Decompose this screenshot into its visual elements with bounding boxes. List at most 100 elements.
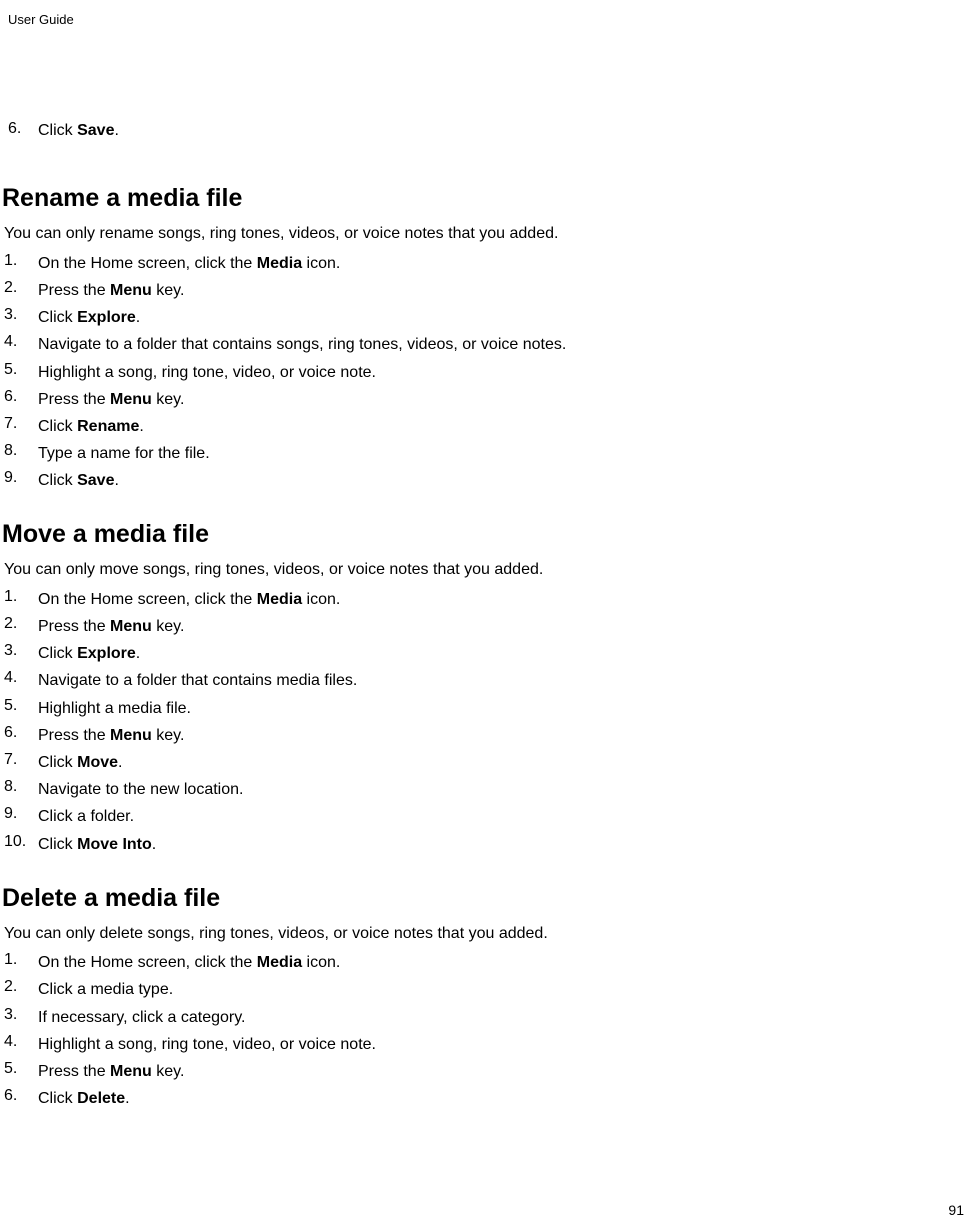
step-number: 2. <box>4 279 38 302</box>
text-bold: Delete <box>77 1090 125 1107</box>
step-number: 8. <box>4 778 38 801</box>
text-part: key. <box>152 727 185 744</box>
step-text: Highlight a song, ring tone, video, or v… <box>38 1033 376 1056</box>
step-number: 1. <box>4 588 38 611</box>
step-item: 2.Press the Menu key. <box>4 279 972 302</box>
step-number: 7. <box>4 751 38 774</box>
text-part: key. <box>152 282 185 299</box>
step-text: Click Save. <box>38 120 119 142</box>
step-number: 4. <box>4 669 38 692</box>
step-text: Press the Menu key. <box>38 388 184 411</box>
text-part: Press the <box>38 1063 110 1080</box>
step-text: Navigate to a folder that contains songs… <box>38 333 566 356</box>
step-number: 3. <box>4 1006 38 1029</box>
step-list: 1.On the Home screen, click the Media ic… <box>0 588 972 856</box>
page-number: 91 <box>948 1202 964 1218</box>
step-item: 1.On the Home screen, click the Media ic… <box>4 252 972 275</box>
text-part: . <box>136 309 140 326</box>
text-part: Navigate to the new location. <box>38 781 243 798</box>
step-item: 7.Click Rename. <box>4 415 972 438</box>
text-part: icon. <box>302 591 340 608</box>
section-intro: You can only delete songs, ring tones, v… <box>0 923 972 945</box>
step-text: If necessary, click a category. <box>38 1006 245 1029</box>
step-number: 3. <box>4 642 38 665</box>
section-heading: Move a media file <box>0 520 972 549</box>
step-number: 10. <box>4 833 38 856</box>
step-item: 7.Click Move. <box>4 751 972 774</box>
step-text: Press the Menu key. <box>38 1060 184 1083</box>
section: Delete a media file You can only delete s… <box>0 884 972 1111</box>
step-item: 5.Press the Menu key. <box>4 1060 972 1083</box>
text-bold: Save <box>77 472 114 489</box>
text-part: Click <box>38 472 77 489</box>
text-part: Navigate to a folder that contains media… <box>38 672 357 689</box>
main-content: 6. Click Save. Rename a media file You ca… <box>0 0 972 1110</box>
header-label: User Guide <box>8 12 74 27</box>
text-part: Press the <box>38 727 110 744</box>
section-heading: Delete a media file <box>0 884 972 913</box>
step-number: 6. <box>4 1087 38 1110</box>
text-bold: Media <box>257 591 302 608</box>
text-part: Navigate to a folder that contains songs… <box>38 336 566 353</box>
step-text: On the Home screen, click the Media icon… <box>38 588 340 611</box>
step-item: 9.Click Save. <box>4 469 972 492</box>
step-number: 6. <box>4 388 38 411</box>
text-part: . <box>118 754 122 771</box>
text-bold: Menu <box>110 618 152 635</box>
text-part: On the Home screen, click the <box>38 954 257 971</box>
step-text: Click Rename. <box>38 415 144 438</box>
step-item: 5.Highlight a song, ring tone, video, or… <box>4 361 972 384</box>
step-item: 9.Click a folder. <box>4 805 972 828</box>
text-part: Click a media type. <box>38 981 173 998</box>
step-item: 3.If necessary, click a category. <box>4 1006 972 1029</box>
text-bold: Menu <box>110 391 152 408</box>
step-text: On the Home screen, click the Media icon… <box>38 252 340 275</box>
step-number: 7. <box>4 415 38 438</box>
step-text: Navigate to a folder that contains media… <box>38 669 357 692</box>
step-item: 6.Press the Menu key. <box>4 724 972 747</box>
step-item: 10.Click Move Into. <box>4 833 972 856</box>
sections-container: Rename a media file You can only rename s… <box>0 184 972 1110</box>
step-text: Click Explore. <box>38 306 140 329</box>
text-bold: Explore <box>77 645 136 662</box>
text-bold: Explore <box>77 309 136 326</box>
text-part: key. <box>152 1063 185 1080</box>
step-text: Highlight a song, ring tone, video, or v… <box>38 361 376 384</box>
step-item: 6.Press the Menu key. <box>4 388 972 411</box>
section-intro: You can only move songs, ring tones, vid… <box>0 559 972 581</box>
text-part: If necessary, click a category. <box>38 1009 245 1026</box>
text-part: Click a folder. <box>38 808 134 825</box>
text-bold: Media <box>257 255 302 272</box>
step-number: 1. <box>4 252 38 275</box>
section-intro: You can only rename songs, ring tones, v… <box>0 223 972 245</box>
text-bold: Rename <box>77 418 139 435</box>
step-number: 3. <box>4 306 38 329</box>
text-bold: Media <box>257 954 302 971</box>
text-part: Highlight a song, ring tone, video, or v… <box>38 1036 376 1053</box>
step-item: 4.Highlight a song, ring tone, video, or… <box>4 1033 972 1056</box>
step-text: Click Save. <box>38 469 119 492</box>
text-part: Press the <box>38 391 110 408</box>
text-part: . <box>125 1090 129 1107</box>
section-heading: Rename a media file <box>0 184 972 213</box>
text-part: icon. <box>302 954 340 971</box>
text-part: Click <box>38 1090 77 1107</box>
text-part: Click <box>38 418 77 435</box>
step-text: Click Move Into. <box>38 833 156 856</box>
step-item: 4.Navigate to a folder that contains med… <box>4 669 972 692</box>
text-part: . <box>139 418 143 435</box>
step-number: 6. <box>4 724 38 747</box>
step-number: 8. <box>4 442 38 465</box>
step-item: 3.Click Explore. <box>4 306 972 329</box>
text-part: Click <box>38 754 77 771</box>
step-number: 2. <box>4 615 38 638</box>
text-bold: Save <box>77 122 114 139</box>
initial-step: 6. Click Save. <box>0 120 972 142</box>
step-item: 4.Navigate to a folder that contains son… <box>4 333 972 356</box>
text-part: Click <box>38 309 77 326</box>
text-bold: Menu <box>110 1063 152 1080</box>
text-part: On the Home screen, click the <box>38 255 257 272</box>
step-number: 6. <box>8 120 38 142</box>
text-part: Press the <box>38 282 110 299</box>
text-part: key. <box>152 618 185 635</box>
